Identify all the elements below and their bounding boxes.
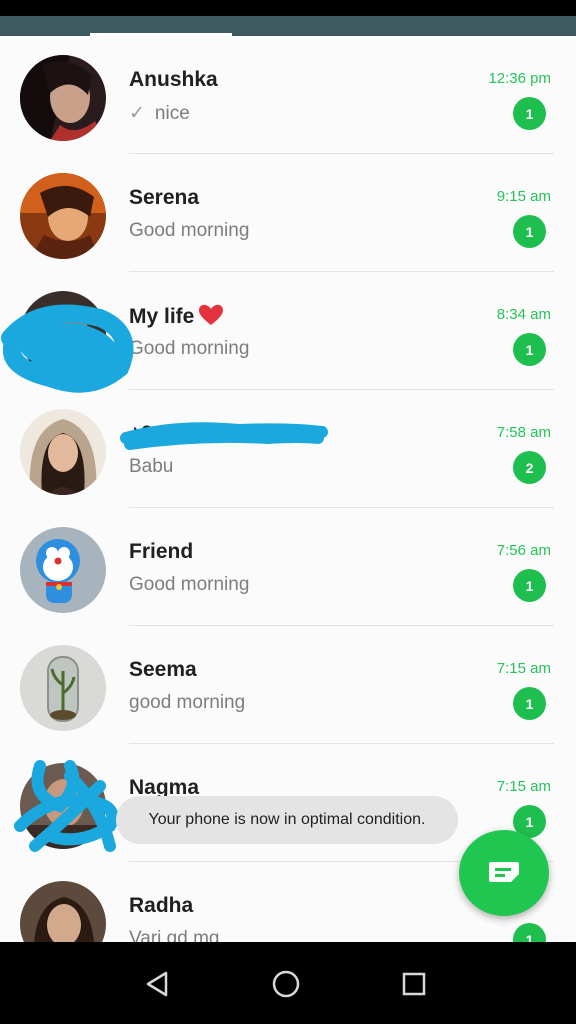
contact-avatar[interactable] [20, 55, 106, 141]
last-message-preview: Good morning [129, 338, 250, 359]
contact-avatar[interactable] [20, 881, 106, 942]
last-message-time: 9:15 am [496, 188, 551, 205]
unread-count-badge: 1 [513, 333, 546, 366]
chat-row-serena[interactable]: Serena Good morning 9:15 am 1 [0, 154, 576, 272]
last-message-time: 7:58 am [496, 424, 551, 441]
last-message-time: 8:34 am [496, 306, 551, 323]
last-message-preview: Babu [129, 456, 174, 477]
unread-count-badge: 1 [513, 97, 546, 130]
contact-name: Seema [129, 658, 197, 681]
last-message-preview: Vari gd mg [129, 928, 220, 942]
contact-name: Anushka [129, 68, 218, 91]
heart-icon [198, 304, 224, 332]
new-chat-icon [489, 862, 519, 882]
system-toast: Your phone is now in optimal condition. [116, 796, 458, 844]
unread-count-badge: 1 [513, 687, 546, 720]
recents-square-icon [402, 972, 426, 996]
unread-count-badge: 1 [513, 569, 546, 602]
contact-name: Serena [129, 186, 200, 209]
last-message-preview: Good morning [129, 574, 250, 595]
last-message-preview: good morning [129, 692, 246, 713]
chat-row-my-life[interactable]: My life Good morning 8:34 am 1 [0, 272, 576, 390]
last-message-time: 7:56 am [496, 542, 551, 559]
contact-name: Radha [129, 894, 194, 917]
status-bar [0, 0, 576, 16]
home-circle-icon [272, 970, 300, 998]
last-message-time: 7:15 am [496, 660, 551, 677]
contact-name: My life [129, 304, 224, 332]
contact-avatar[interactable] [20, 763, 106, 849]
last-message-text: nice [154, 103, 190, 124]
contact-avatar[interactable] [20, 409, 106, 495]
home-button[interactable] [264, 962, 308, 1006]
chat-row-friend[interactable]: Friend Good morning 7:56 am 1 [0, 508, 576, 626]
last-message-time: 7:15 am [496, 778, 551, 795]
unread-count-badge: 1 [513, 923, 546, 942]
contact-avatar[interactable] [20, 527, 106, 613]
unread-count-badge: 2 [513, 451, 546, 484]
back-button[interactable] [136, 962, 180, 1006]
contact-name: Friend [129, 540, 194, 563]
new-chat-button[interactable] [459, 830, 549, 916]
last-message-preview: ✓ nice [129, 102, 190, 125]
back-triangle-icon [146, 971, 168, 997]
contact-avatar[interactable] [20, 645, 106, 731]
sent-check-icon: ✓ [129, 103, 145, 124]
last-message-time: 12:36 pm [488, 70, 551, 87]
unread-count-badge: 1 [513, 215, 546, 248]
contact-avatar[interactable] [20, 291, 106, 377]
recents-button[interactable] [392, 962, 436, 1006]
chat-row-seema[interactable]: Seema good morning 7:15 am 1 [0, 626, 576, 744]
chat-row-anushka[interactable]: Anushka ✓ nice 12:36 pm 1 [0, 36, 576, 154]
contact-avatar[interactable] [20, 173, 106, 259]
last-message-preview: Good morning [129, 220, 250, 241]
contact-name: +91 [129, 422, 165, 445]
chat-row-number-contact[interactable]: +91 Babu 7:58 am 2 [0, 390, 576, 508]
app-header [0, 16, 576, 36]
system-navigation-bar [0, 942, 576, 1024]
